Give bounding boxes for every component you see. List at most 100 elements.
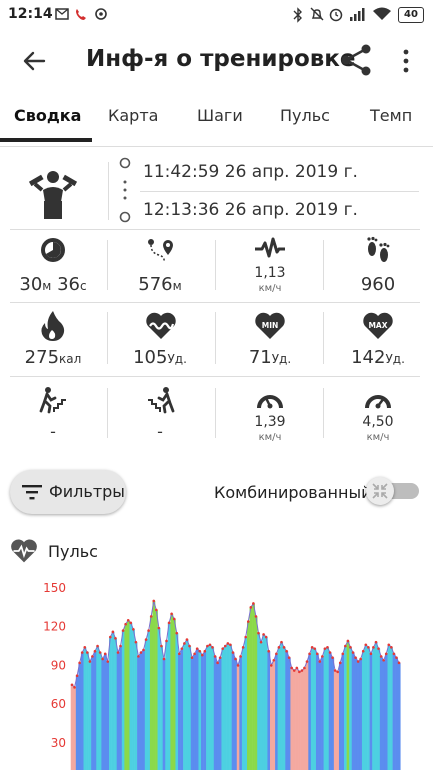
speed-value: 1,13: [254, 265, 286, 281]
heart-rate-point: [93, 649, 97, 653]
heart-rate-point: [372, 646, 375, 649]
divider: [215, 240, 216, 290]
zone-bar: [132, 629, 135, 770]
combined-switch[interactable]: [366, 477, 394, 505]
mail-icon: [55, 8, 69, 20]
heart-rate-point: [259, 640, 263, 644]
heart-rate-point: [318, 660, 322, 663]
zone-bar: [198, 651, 202, 770]
zone-bar: [172, 618, 176, 770]
zone-bar: [106, 661, 110, 770]
heart-rate-point: [160, 644, 163, 648]
zone-bar: [285, 651, 289, 770]
divider: [10, 229, 420, 230]
heart-rate-point: [91, 655, 94, 658]
zone-bar: [384, 653, 388, 770]
pulse-wave-icon: [255, 237, 285, 258]
heart-rate-point: [124, 622, 127, 626]
zone-bar: [356, 661, 360, 770]
heart-rate-point: [234, 657, 237, 661]
zone-bar: [91, 656, 95, 770]
filter-icon: [22, 485, 42, 500]
heart-rate-point: [155, 608, 158, 612]
heart-rate-point: [208, 643, 212, 647]
zone-bar: [239, 656, 243, 770]
heart-rate-point: [170, 612, 173, 616]
heart-rate-point: [384, 652, 388, 656]
divider: [215, 388, 216, 438]
zone-bar: [323, 648, 327, 770]
heart-rate-point: [308, 652, 311, 656]
heart-rate-point: [200, 653, 204, 657]
tab-map[interactable]: Карта: [108, 106, 158, 125]
zone-bar: [290, 667, 294, 770]
heart-rate-point: [119, 644, 122, 648]
avg-pace-unit: км/ч: [258, 432, 282, 443]
zone-bar: [234, 658, 238, 770]
zone-bar: [149, 616, 153, 770]
heart-rate-point: [126, 618, 130, 622]
zone-bar: [121, 630, 125, 770]
zone-bar: [231, 652, 235, 770]
heart-rate-point: [264, 635, 268, 639]
tab-summary[interactable]: Сводка: [14, 106, 81, 125]
zone-bar: [264, 637, 268, 770]
heart-rate-point: [96, 644, 99, 648]
filter-button[interactable]: Фильтры: [10, 470, 126, 514]
zone-bar: [213, 656, 217, 770]
heart-rate-point: [111, 630, 115, 634]
speedometer-icon: [257, 395, 283, 409]
more-menu-icon[interactable]: [398, 46, 414, 76]
heart-rate-point: [88, 660, 92, 663]
heart-rate-point: [206, 644, 209, 648]
tab-pace[interactable]: Темп: [370, 106, 412, 125]
tab-steps[interactable]: Шаги: [197, 106, 243, 125]
heart-rate-point: [257, 631, 260, 635]
heart-rate-point: [152, 599, 156, 603]
tab-heart-rate[interactable]: Пульс: [280, 106, 330, 125]
zone-bar: [78, 662, 82, 770]
heart-rate-point: [244, 635, 248, 639]
zone-bar: [338, 662, 342, 770]
heart-rate-point: [70, 683, 74, 687]
y-tick-label: 120: [43, 620, 66, 634]
zone-bar: [155, 609, 158, 770]
heart-rate-point: [303, 666, 306, 670]
max-hr-value: 142Уд.: [351, 347, 405, 368]
zone-bar: [129, 622, 133, 770]
heart-rate-point: [361, 649, 365, 653]
missed-call-icon: [76, 9, 86, 20]
zone-bar: [167, 622, 171, 770]
heart-rate-point: [198, 649, 202, 653]
zone-bar: [80, 652, 84, 770]
min-badge-text: MIN: [262, 321, 279, 330]
heart-rate-point: [236, 664, 240, 667]
zone-bar: [321, 656, 324, 770]
share-icon[interactable]: [338, 42, 374, 78]
heart-rate-point: [292, 669, 296, 672]
heart-rate-point: [83, 646, 87, 649]
zone-bar: [387, 644, 391, 770]
heart-rate-point: [277, 646, 281, 649]
divider: [107, 312, 108, 364]
heart-wave-icon: [146, 312, 176, 339]
heart-rate-point: [300, 669, 304, 672]
zone-bar: [139, 652, 143, 770]
heart-rate-section-title: Пульс: [48, 542, 98, 561]
zone-bar: [277, 647, 281, 770]
zone-bar: [351, 652, 355, 770]
zone-bar: [326, 647, 330, 770]
divider: [323, 388, 324, 438]
heart-rate-point: [134, 640, 138, 644]
heart-rate-point: [172, 617, 176, 621]
zone-bar: [287, 657, 291, 770]
divider: [10, 376, 420, 377]
back-arrow-icon[interactable]: [20, 46, 50, 76]
heart-rate-chart: 150 120 90 60 30: [43, 581, 401, 770]
heart-rate-point: [287, 656, 291, 659]
heart-rate-point: [267, 649, 271, 653]
duration-icon: [41, 238, 65, 262]
heart-rate-point: [103, 652, 107, 656]
zone-bar: [75, 675, 79, 770]
zone-bar: [259, 642, 263, 770]
